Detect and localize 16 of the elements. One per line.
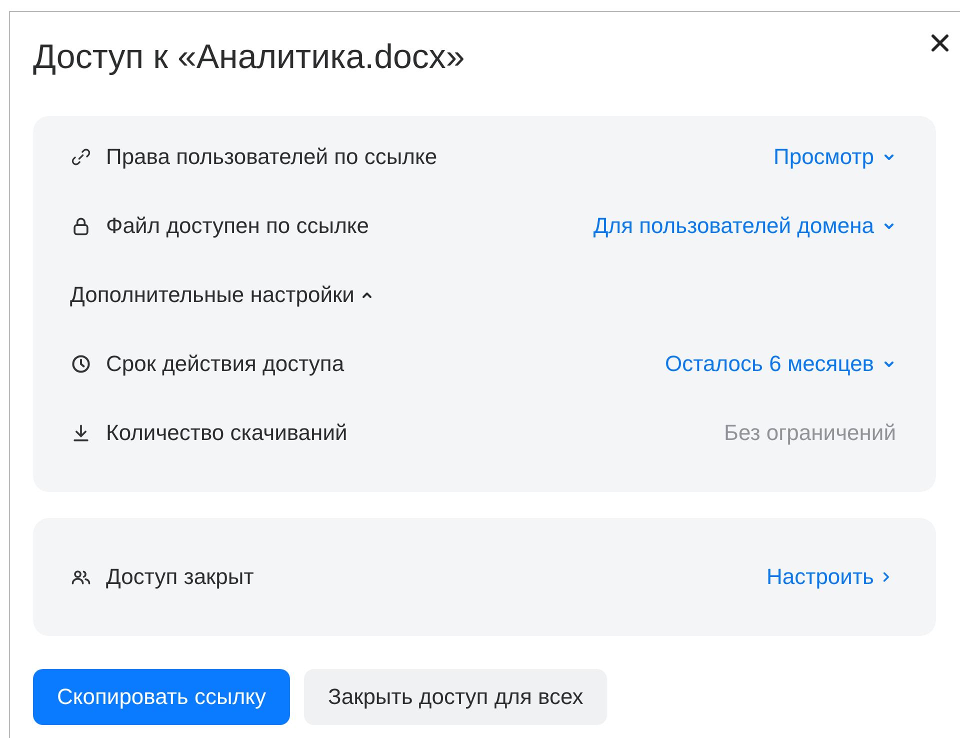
configure-link[interactable]: Настроить (766, 564, 892, 590)
dialog-title: Доступ к «Аналитика.docx» (33, 37, 465, 77)
setting-value: Без ограничений (724, 420, 896, 446)
copy-link-button[interactable]: Скопировать ссылку (33, 669, 290, 725)
setting-label: Срок действия доступа (106, 350, 344, 376)
dropdown-button[interactable]: Для пользователей домена (593, 212, 896, 238)
section-toggle[interactable]: Дополнительные настройки (70, 282, 374, 308)
revoke-access-button[interactable]: Закрыть доступ для всех (304, 669, 608, 725)
dropdown-button[interactable]: Осталось 6 месяцев (665, 350, 896, 376)
setting-label: Количество скачиваний (106, 420, 348, 446)
clock-icon (70, 352, 92, 374)
setting-label: Файл доступен по ссылке (106, 212, 370, 238)
setting-label: Права пользователей по ссылке (106, 144, 438, 170)
dropdown-button[interactable]: Просмотр (774, 144, 896, 170)
setting-label: Доступ закрыт (106, 564, 254, 590)
close-icon[interactable] (930, 33, 950, 53)
